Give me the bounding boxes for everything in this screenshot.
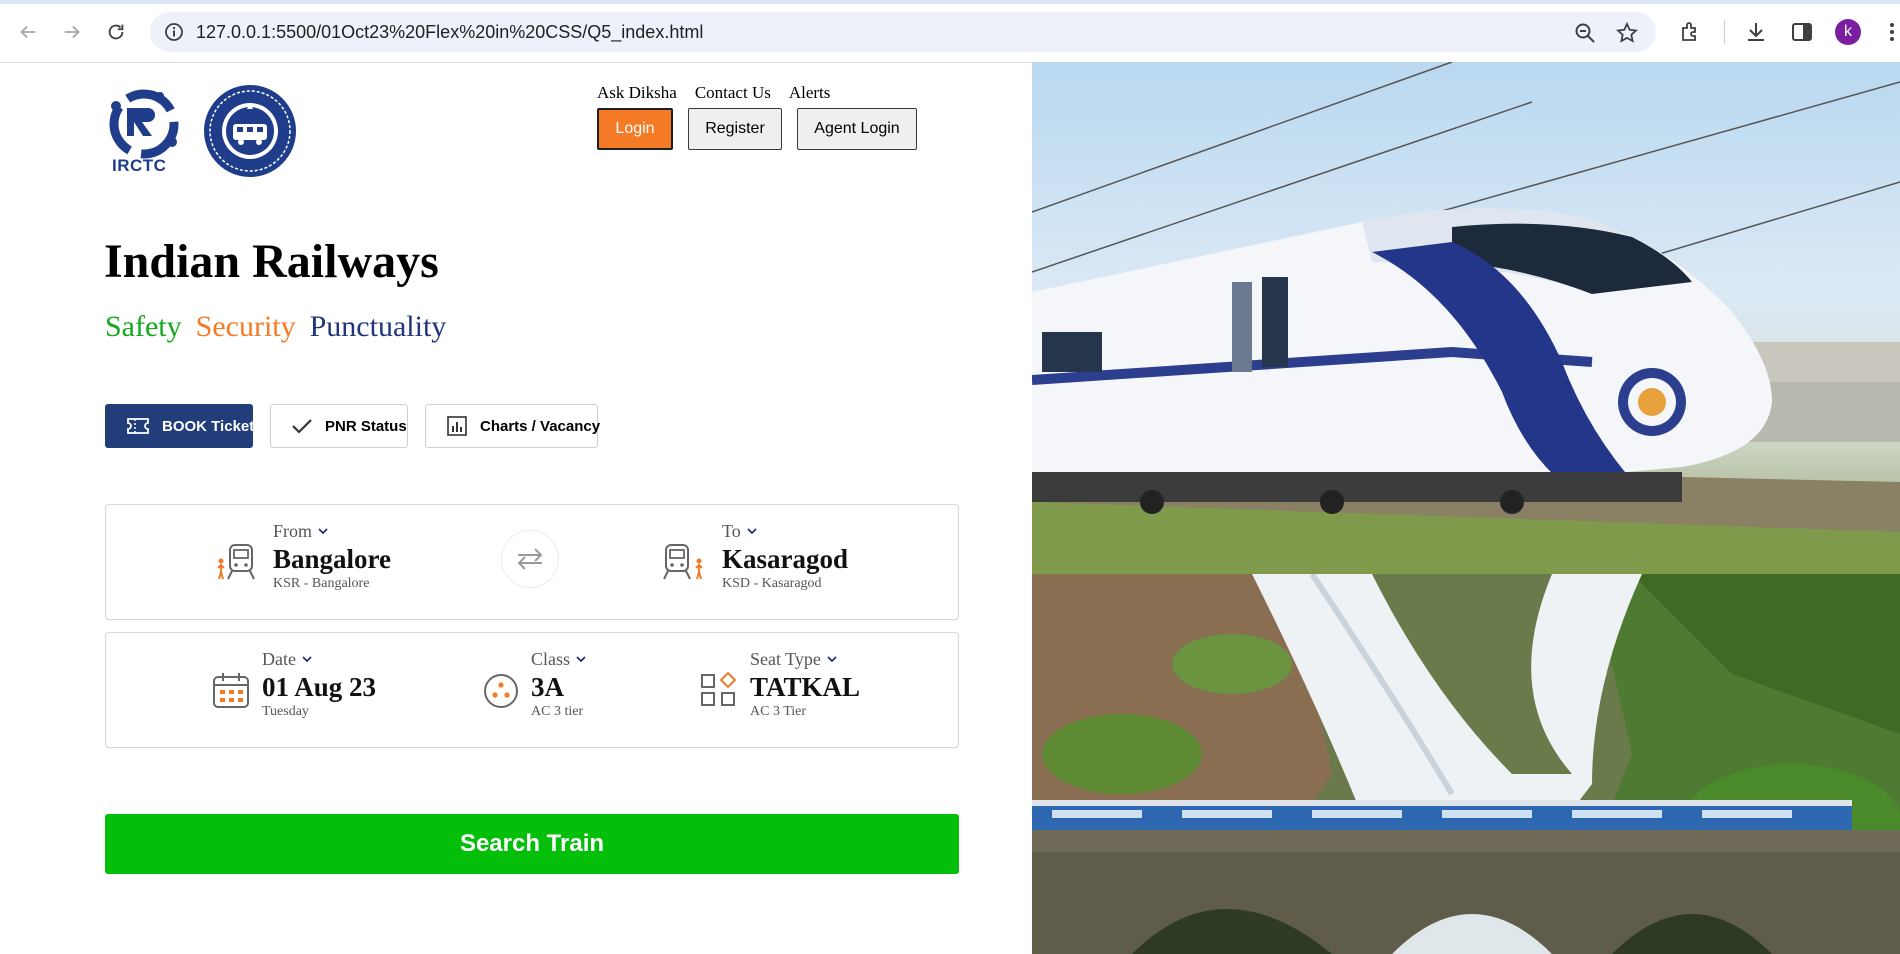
from-station-icon (217, 544, 255, 580)
chevron-down-icon (576, 656, 586, 663)
link-ask-diksha[interactable]: Ask Diksha (597, 83, 677, 102)
vande-bharat-train-image (1032, 62, 1900, 574)
options-card: Date 01 Aug 23 Tuesday Class 3A AC 3 tie… (105, 632, 959, 748)
tagline: Safety Security Punctuality (105, 310, 460, 344)
to-station-icon (663, 544, 703, 580)
tab-strip (0, 0, 1900, 4)
back-button[interactable] (14, 18, 42, 46)
extensions-icon[interactable] (1678, 20, 1702, 44)
chevron-down-icon (827, 656, 837, 663)
tagline-security: Security (195, 310, 296, 343)
menu-kebab-icon[interactable] (1885, 20, 1899, 44)
back-arrow-icon (20, 25, 36, 39)
class-sub: AC 3 tier (531, 704, 584, 719)
link-alerts[interactable]: Alerts (789, 83, 831, 102)
to-sub: KSD - Kasaragod (722, 576, 822, 591)
bar-chart-icon (446, 414, 468, 438)
to-value: Kasaragod (722, 544, 849, 574)
date-sub: Tuesday (262, 704, 309, 719)
from-value: Bangalore (273, 544, 392, 574)
page-content: IRCTC Ask Diksha Contact Us Alerts Login R… (0, 62, 1900, 954)
seat-type-field[interactable]: Seat Type TATKAL AC 3 Tier (750, 649, 860, 720)
from-label: From (273, 521, 313, 541)
toolbar-divider (1724, 20, 1725, 44)
swap-arrows-icon (517, 548, 543, 570)
charts-vacancy-label: Charts / Vacancy (480, 417, 601, 435)
class-value: 3A (531, 672, 564, 702)
charts-vacancy-button[interactable]: Charts / Vacancy (425, 404, 601, 448)
seat-type-sub: AC 3 Tier (750, 704, 807, 719)
reload-icon (108, 24, 124, 40)
book-ticket-label: BOOK Ticket (162, 417, 255, 435)
seat-type-value: TATKAL (750, 672, 861, 702)
pnr-status-button[interactable]: PNR Status (270, 404, 408, 448)
to-label: To (722, 521, 741, 541)
class-field[interactable]: Class 3A AC 3 tier (531, 649, 586, 720)
date-value: 01 Aug 23 (262, 672, 377, 702)
register-button[interactable]: Register (688, 108, 782, 150)
route-card: From Bangalore KSR - Bangalore To Kasara… (105, 504, 959, 620)
from-field[interactable]: From Bangalore KSR - Bangalore (273, 521, 391, 592)
profile-avatar[interactable]: k (1835, 19, 1861, 45)
login-button[interactable]: Login (597, 108, 673, 150)
date-field[interactable]: Date 01 Aug 23 Tuesday (262, 649, 376, 720)
chevron-down-icon (747, 528, 757, 535)
seat-type-label: Seat Type (750, 649, 821, 669)
pnr-status-label: PNR Status (325, 417, 407, 435)
ticket-icon (126, 414, 150, 438)
zoom-out-icon[interactable] (1574, 22, 1596, 44)
tagline-punctuality: Punctuality (309, 310, 447, 343)
from-sub: KSR - Bangalore (273, 576, 370, 591)
irctc-logo-text: IRCTC (112, 156, 167, 175)
indian-railways-emblem[interactable] (203, 84, 297, 178)
waterfall-bridge-image (1032, 574, 1900, 954)
calendar-icon (213, 673, 249, 708)
address-bar[interactable]: 127.0.0.1:5500/01Oct23%20Flex%20in%20CSS… (150, 12, 1656, 52)
to-field[interactable]: To Kasaragod KSD - Kasaragod (722, 521, 848, 592)
chevron-down-icon (302, 656, 312, 663)
railways-emblem-icon (204, 85, 296, 177)
browser-toolbar: 127.0.0.1:5500/01Oct23%20Flex%20in%20CSS… (0, 0, 1900, 63)
swap-stations-button[interactable] (501, 530, 559, 588)
bookmark-star-icon[interactable] (1616, 22, 1638, 44)
tagline-safety: Safety (105, 310, 182, 343)
site-info-icon[interactable] (164, 22, 184, 42)
agent-login-button[interactable]: Agent Login (797, 108, 917, 150)
forward-arrow-icon (64, 25, 80, 39)
date-label: Date (262, 649, 296, 669)
seat-type-icon (701, 671, 737, 706)
class-icon (484, 674, 518, 708)
check-icon (291, 414, 313, 438)
reload-button[interactable] (102, 18, 130, 46)
page-title: Indian Railways (104, 235, 439, 288)
top-links: Ask Diksha Contact Us Alerts (597, 83, 848, 103)
download-icon[interactable] (1744, 20, 1768, 44)
search-train-button[interactable]: Search Train (105, 814, 959, 874)
irctc-logo[interactable]: IRCTC (104, 84, 184, 180)
side-panel-icon[interactable] (1790, 20, 1814, 44)
url-text[interactable]: 127.0.0.1:5500/01Oct23%20Flex%20in%20CSS… (196, 22, 703, 43)
class-label: Class (531, 649, 571, 669)
book-ticket-button[interactable]: BOOK Ticket (105, 404, 255, 448)
chevron-down-icon (318, 528, 328, 535)
link-contact-us[interactable]: Contact Us (695, 83, 771, 102)
forward-button[interactable] (58, 18, 86, 46)
